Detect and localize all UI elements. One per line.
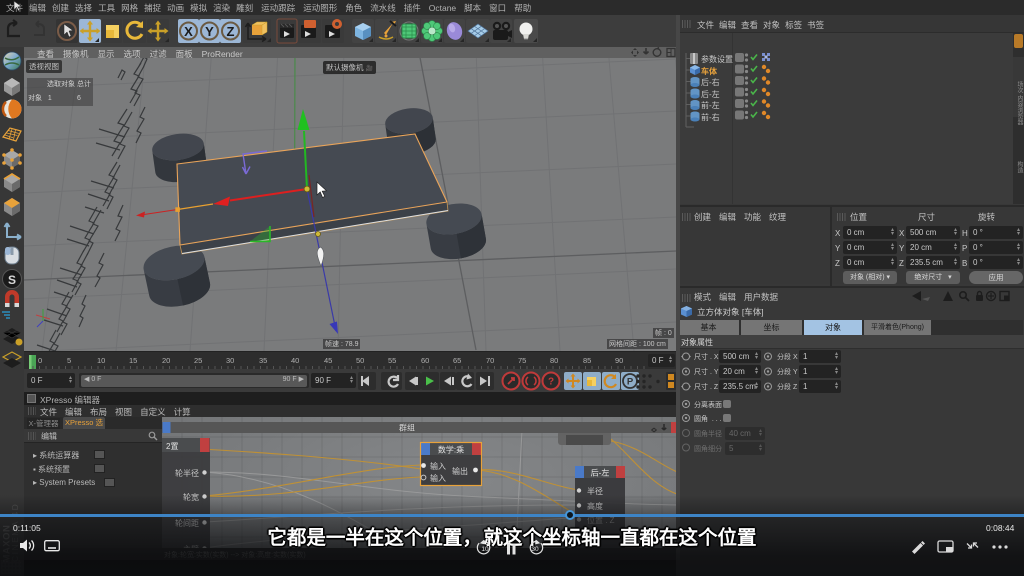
svg-text:Y: Y bbox=[205, 24, 214, 39]
svg-text:55: 55 bbox=[388, 356, 396, 365]
svg-text:S: S bbox=[8, 273, 16, 287]
svg-text:30: 30 bbox=[226, 356, 234, 365]
svg-text:10: 10 bbox=[97, 356, 105, 365]
svg-text:2置: 2置 bbox=[166, 442, 178, 451]
svg-text:20: 20 bbox=[162, 356, 170, 365]
svg-text:40: 40 bbox=[291, 356, 299, 365]
svg-text:85: 85 bbox=[583, 356, 591, 365]
svg-text:50: 50 bbox=[356, 356, 364, 365]
svg-text:45: 45 bbox=[324, 356, 332, 365]
svg-text:Z: Z bbox=[227, 24, 235, 39]
svg-text:25: 25 bbox=[194, 356, 202, 365]
svg-text:70: 70 bbox=[486, 356, 494, 365]
svg-text:80: 80 bbox=[550, 356, 558, 365]
svg-text:位置 . Z: 位置 . Z bbox=[587, 515, 615, 525]
svg-text:输入: 输入 bbox=[430, 473, 446, 483]
svg-text:高度: 高度 bbox=[587, 501, 603, 511]
svg-text:轮间距: 轮间距 bbox=[175, 518, 199, 528]
svg-text:轮半径: 轮半径 bbox=[175, 468, 199, 478]
svg-text:数学:乘: 数学:乘 bbox=[438, 445, 464, 455]
svg-text:75: 75 bbox=[518, 356, 526, 365]
svg-text:5: 5 bbox=[67, 356, 71, 365]
svg-text:60: 60 bbox=[421, 356, 429, 365]
svg-text:输出: 输出 bbox=[452, 466, 468, 476]
svg-text:35: 35 bbox=[259, 356, 267, 365]
svg-text:半径: 半径 bbox=[587, 486, 603, 496]
svg-text:65: 65 bbox=[453, 356, 461, 365]
svg-text:群组: 群组 bbox=[399, 423, 415, 433]
svg-text:X: X bbox=[184, 24, 193, 39]
svg-text:15: 15 bbox=[129, 356, 137, 365]
svg-text:轮宽: 轮宽 bbox=[183, 492, 199, 502]
svg-text:?: ? bbox=[548, 377, 554, 388]
svg-text:后-左: 后-左 bbox=[591, 468, 610, 478]
svg-text:0: 0 bbox=[38, 356, 42, 365]
svg-text:90: 90 bbox=[615, 356, 623, 365]
svg-text:输入: 输入 bbox=[430, 461, 446, 471]
svg-text:P: P bbox=[627, 377, 634, 388]
